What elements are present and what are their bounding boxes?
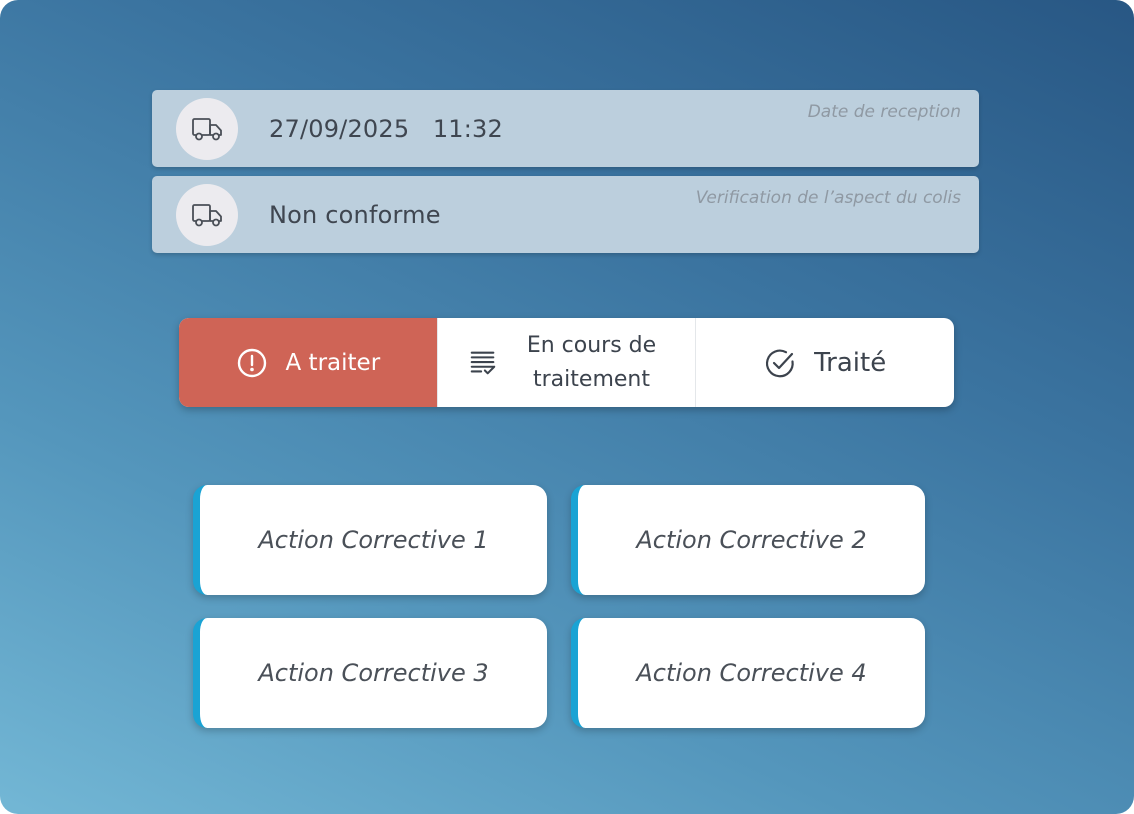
corrective-action-2-button[interactable]: Action Corrective 2: [571, 485, 925, 595]
app-canvas: 27/09/2025 11:32 Date de reception Non c…: [0, 0, 1134, 814]
package-check-label: Verification de l’aspect du colis: [695, 188, 961, 208]
status-option-label: En cours de traitement: [526, 332, 657, 392]
reception-date-label: Date de reception: [807, 102, 961, 122]
alert-circle-icon: [236, 347, 268, 379]
status-option-a-traiter[interactable]: A traiter: [179, 318, 437, 407]
truck-icon: [176, 98, 238, 160]
reception-datetime: 27/09/2025 11:32: [269, 114, 503, 143]
check-circle-icon: [764, 347, 796, 379]
status-segmented-control: A traiter En cours de traitement Traité: [179, 318, 954, 407]
corrective-action-4-button[interactable]: Action Corrective 4: [571, 618, 925, 728]
status-option-traite[interactable]: Traité: [695, 318, 954, 407]
corrective-action-3-button[interactable]: Action Corrective 3: [193, 618, 547, 728]
status-option-en-cours[interactable]: En cours de traitement: [436, 318, 696, 407]
truck-icon: [176, 184, 238, 246]
package-check-value: Non conforme: [269, 200, 441, 229]
status-option-label: A traiter: [285, 349, 381, 376]
package-check-row: Non conforme Verification de l’aspect du…: [152, 176, 979, 253]
corrective-action-1-button[interactable]: Action Corrective 1: [193, 485, 547, 595]
checklist-icon: [467, 347, 499, 379]
reception-date-row: 27/09/2025 11:32 Date de reception: [152, 90, 979, 167]
status-option-label: Traité: [814, 347, 887, 378]
